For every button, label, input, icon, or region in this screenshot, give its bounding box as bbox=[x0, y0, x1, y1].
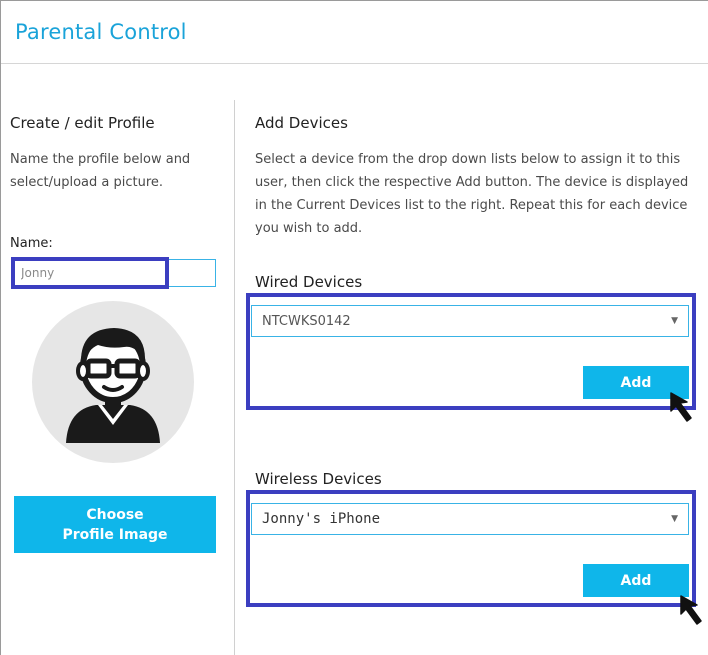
devices-description: Select a device from the drop down lists… bbox=[255, 152, 689, 236]
name-input[interactable] bbox=[14, 259, 216, 287]
dropdown-arrow-icon: ▼ bbox=[671, 514, 678, 524]
mouse-pointer-icon bbox=[680, 595, 702, 625]
choose-profile-image-button[interactable]: Choose Profile Image bbox=[14, 496, 216, 553]
avatar bbox=[32, 301, 194, 463]
wireless-devices-label: Wireless Devices bbox=[255, 470, 382, 488]
choose-button-label-1: Choose bbox=[86, 506, 144, 523]
devices-heading: Add Devices bbox=[255, 114, 348, 132]
page-title: Parental Control bbox=[15, 20, 187, 44]
wired-devices-select[interactable]: NTCWKS0142 ▼ bbox=[251, 305, 689, 337]
choose-button-label-2: Profile Image bbox=[62, 526, 168, 543]
wired-devices-label: Wired Devices bbox=[255, 273, 363, 291]
wireless-selected-value: Jonny's iPhone bbox=[262, 511, 381, 527]
devices-panel: Add Devices Select a device from the dro… bbox=[235, 100, 708, 655]
dropdown-arrow-icon: ▼ bbox=[671, 316, 678, 326]
wireless-add-button[interactable]: Add bbox=[583, 564, 689, 597]
profile-description: Name the profile below and select/upload… bbox=[10, 152, 191, 190]
profile-heading: Create / edit Profile bbox=[10, 114, 155, 132]
wired-selected-value: NTCWKS0142 bbox=[262, 313, 351, 329]
profile-panel: Create / edit Profile Name the profile b… bbox=[0, 100, 234, 655]
user-with-glasses-icon bbox=[66, 328, 160, 443]
title-divider bbox=[1, 63, 708, 64]
mouse-pointer-icon bbox=[670, 392, 692, 422]
name-label: Name: bbox=[10, 236, 53, 251]
wireless-devices-select[interactable]: Jonny's iPhone ▼ bbox=[251, 503, 689, 535]
